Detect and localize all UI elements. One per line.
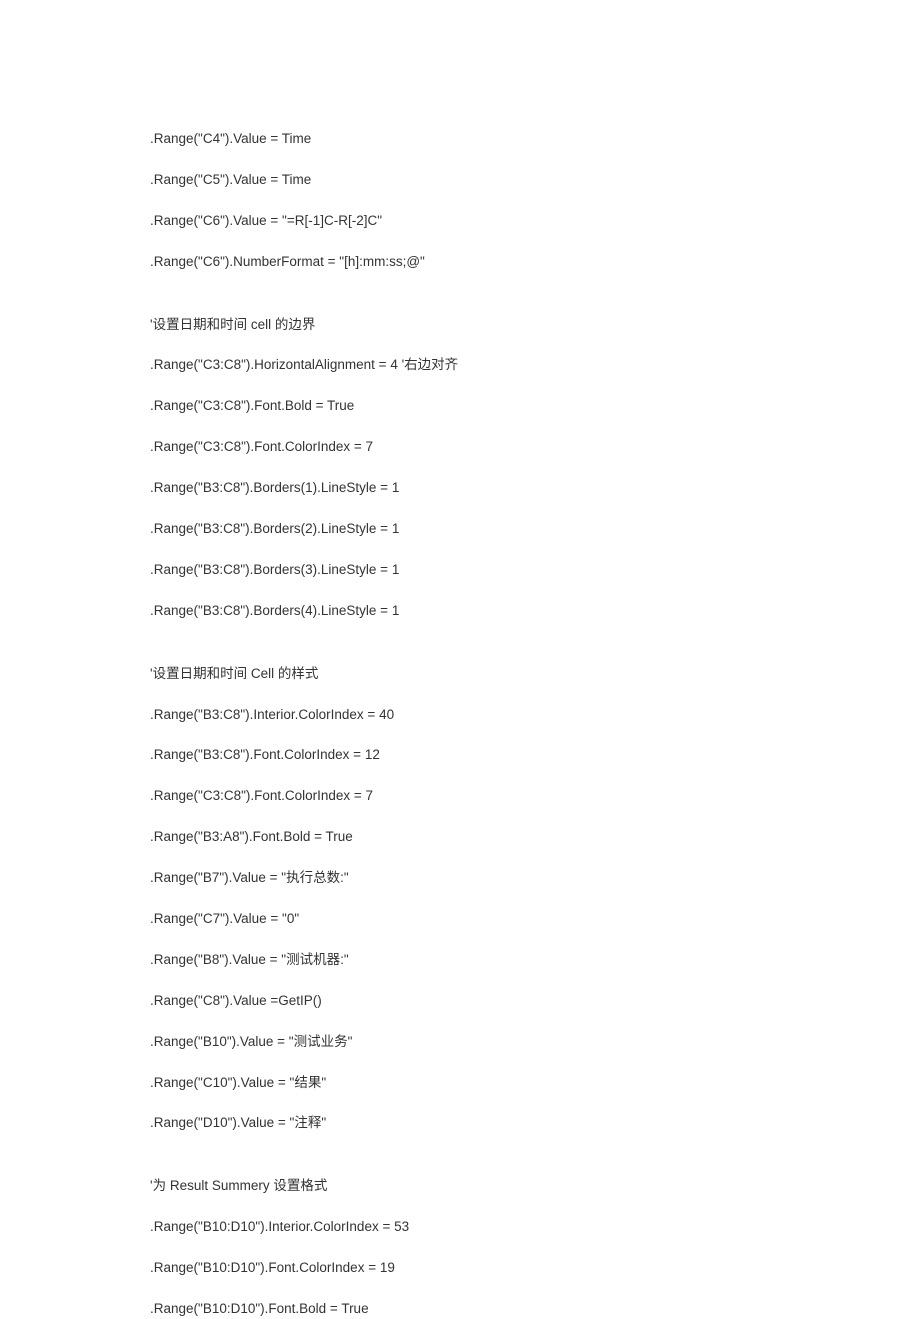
code-line: .Range("C10").Value = "结果" xyxy=(150,1074,920,1093)
code-line: .Range("C8").Value =GetIP() xyxy=(150,992,920,1011)
code-comment: '为 Result Summery 设置格式 xyxy=(150,1177,920,1196)
code-comment: '设置日期和时间 Cell 的样式 xyxy=(150,665,920,684)
code-line: .Range("B7").Value = "执行总数:" xyxy=(150,869,920,888)
code-line: .Range("B10:D10").Font.ColorIndex = 19 xyxy=(150,1259,920,1278)
code-line: .Range("B8").Value = "测试机器:" xyxy=(150,951,920,970)
code-line: .Range("C3:C8").Font.Bold = True xyxy=(150,397,920,416)
code-line: .Range("C5").Value = Time xyxy=(150,171,920,190)
code-line: .Range("B3:C8").Interior.ColorIndex = 40 xyxy=(150,706,920,725)
code-line: .Range("B10:D10").Interior.ColorIndex = … xyxy=(150,1218,920,1237)
code-line: .Range("C3:C8").HorizontalAlignment = 4 … xyxy=(150,356,920,375)
code-line: .Range("D10").Value = "注释" xyxy=(150,1114,920,1133)
code-line: .Range("B3:C8").Borders(3).LineStyle = 1 xyxy=(150,561,920,580)
code-line: .Range("B3:C8").Borders(2).LineStyle = 1 xyxy=(150,520,920,539)
code-line: .Range("B10:D10").Font.Bold = True xyxy=(150,1300,920,1319)
blank-line xyxy=(150,1155,920,1177)
code-line: .Range("C7").Value = "0" xyxy=(150,910,920,929)
code-line: .Range("B3:C8").Borders(4).LineStyle = 1 xyxy=(150,602,920,621)
code-line: .Range("C6").NumberFormat = "[h]:mm:ss;@… xyxy=(150,253,920,272)
blank-line xyxy=(150,643,920,665)
code-block: .Range("C4").Value = Time .Range("C5").V… xyxy=(150,130,920,1319)
code-line: .Range("B3:C8").Font.ColorIndex = 12 xyxy=(150,746,920,765)
code-line: .Range("B10").Value = "测试业务" xyxy=(150,1033,920,1052)
code-comment: '设置日期和时间 cell 的边界 xyxy=(150,316,920,335)
code-line: .Range("C3:C8").Font.ColorIndex = 7 xyxy=(150,438,920,457)
code-line: .Range("B3:A8").Font.Bold = True xyxy=(150,828,920,847)
blank-line xyxy=(150,294,920,316)
code-line: .Range("C6").Value = "=R[-1]C-R[-2]C" xyxy=(150,212,920,231)
code-line: .Range("C4").Value = Time xyxy=(150,130,920,149)
code-line: .Range("C3:C8").Font.ColorIndex = 7 xyxy=(150,787,920,806)
code-line: .Range("B3:C8").Borders(1).LineStyle = 1 xyxy=(150,479,920,498)
